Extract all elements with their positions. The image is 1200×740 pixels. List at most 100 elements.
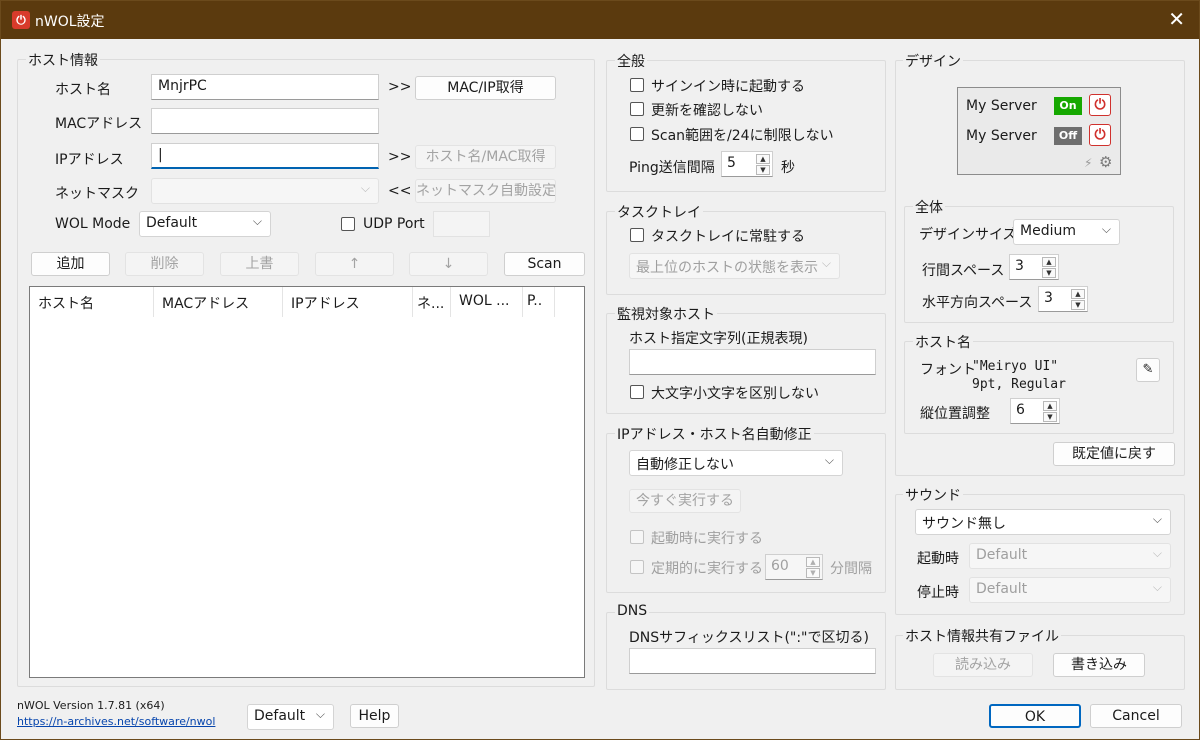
periodic-interval-stepper[interactable]: 60 ▲ ▼ [765,554,823,580]
power-icon[interactable]: ⏻ [1089,94,1111,116]
homepage-link[interactable]: https://n-archives.net/software/nwol [17,715,215,728]
hostname-input[interactable]: MnjrPC [151,74,379,100]
overall-title: 全体 [913,197,945,217]
edit-font-pencil-icon[interactable]: ✎ [1136,358,1160,382]
wol-mode-select[interactable]: Default ⌵ [139,211,271,237]
column-header-ip[interactable]: IPアドレス [283,287,413,317]
ignore-case-checkbox[interactable] [630,385,644,399]
udp-port-input[interactable] [433,211,490,237]
sound-start-select[interactable]: Default ⌵ [969,543,1171,569]
row-space-stepper[interactable]: 3 ▲ ▼ [1009,254,1059,280]
stepper-down-icon[interactable]: ▼ [756,165,770,175]
stepper-down-icon[interactable]: ▼ [1042,268,1056,278]
sound-value: サウンド無し [922,516,1006,532]
column-header-hostname[interactable]: ホスト名 [30,287,154,317]
delete-button[interactable]: 削除 [125,252,204,276]
run-periodic-checkbox[interactable] [630,560,644,574]
sound-select[interactable]: サウンド無し ⌵ [915,509,1171,535]
preview-server-name-2: My Server [966,128,1037,144]
chevron-down-icon: ⌵ [252,214,262,228]
move-down-button[interactable]: ↓ [409,252,488,276]
design-size-select[interactable]: Medium ⌵ [1013,219,1120,245]
h-space-label: 水平方向スペース [922,295,1033,311]
app-power-icon: ⏻ [12,11,30,29]
regex-label: ホスト指定文字列(正規表現) [629,331,808,347]
tasktray-display-select[interactable]: 最上位のホストの状態を表示 ⌵ [629,253,840,279]
stepper-up-icon[interactable]: ▲ [1071,289,1085,299]
chevron-down-icon: ⌵ [824,453,834,467]
sound-stop-value: Default [976,581,1028,597]
cancel-button[interactable]: Cancel [1090,704,1182,728]
reset-defaults-button[interactable]: 既定値に戻す [1053,442,1175,466]
stepper-down-icon[interactable]: ▼ [806,568,820,578]
scan-button[interactable]: Scan [504,252,585,276]
sound-stop-label: 停止時 [917,585,959,601]
power-icon[interactable]: ⏻ [1089,124,1111,146]
add-button[interactable]: 追加 [31,252,110,276]
host-mac-fetch-button[interactable]: ホスト名/MAC取得 [415,145,556,169]
bolt-icon: ⚡ [1084,156,1093,170]
stepper-up-icon[interactable]: ▲ [756,154,770,164]
no-update-check-checkbox[interactable] [630,102,644,116]
run-now-button[interactable]: 今すぐ実行する [629,489,741,513]
general-title: 全般 [615,51,647,71]
host-list[interactable]: ホスト名 MACアドレス IPアドレス ネ... WOL ... P.. [29,286,585,678]
dns-title: DNS [615,603,650,619]
start-on-signin-label: サインイン時に起動する [651,79,805,95]
help-button[interactable]: Help [350,704,399,728]
row-space-label: 行間スペース [922,263,1005,279]
profile-select[interactable]: Default ⌵ [247,704,334,730]
share-write-button[interactable]: 書き込み [1053,653,1145,677]
mac-ip-fetch-button[interactable]: MAC/IP取得 [415,76,556,100]
h-space-value: 3 [1044,290,1053,306]
ip-label: IPアドレス [55,152,124,168]
stepper-down-icon[interactable]: ▼ [1071,300,1085,310]
ok-button[interactable]: OK [989,704,1081,728]
column-header-mac[interactable]: MACアドレス [154,287,283,317]
dns-suffix-label: DNSサフィックスリスト(":"で区切る) [629,630,869,646]
netmask-auto-button[interactable]: ネットマスク自動設定 [415,179,556,203]
stepper-up-icon[interactable]: ▲ [806,557,820,567]
window-title: nWOL設定 [35,14,105,30]
move-up-button[interactable]: ↑ [315,252,394,276]
settings-window: ⏻ nWOL設定 ✕ ホスト情報 ホスト名 MnjrPC >> MAC/IP取得… [0,0,1200,740]
stepper-up-icon[interactable]: ▲ [1042,257,1056,267]
regex-input[interactable] [629,349,876,375]
arrow-left-label: << [388,183,412,199]
tasktray-resident-label: タスクトレイに常駐する [651,229,805,245]
scan-limit-checkbox[interactable] [630,127,644,141]
overwrite-button[interactable]: 上書 [220,252,299,276]
sound-stop-select[interactable]: Default ⌵ [969,577,1171,603]
chevron-down-icon: ⌵ [1152,580,1162,594]
h-space-stepper[interactable]: 3 ▲ ▼ [1038,286,1088,312]
run-on-start-checkbox[interactable] [630,530,644,544]
stepper-down-icon[interactable]: ▼ [1043,412,1057,422]
auto-fix-title: IPアドレス・ホスト名自動修正 [615,424,814,444]
font-label: フォント [920,362,976,378]
chevron-down-icon: ⌵ [1152,546,1162,560]
column-header-wol[interactable]: WOL ... [451,287,523,317]
udp-port-checkbox[interactable] [341,217,355,231]
share-file-title: ホスト情報共有ファイル [903,626,1061,646]
wol-mode-value: Default [146,215,198,231]
dns-suffix-input[interactable] [629,648,876,674]
monitor-title: 監視対象ホスト [615,304,717,324]
start-on-signin-checkbox[interactable] [630,78,644,92]
mac-input[interactable] [151,108,379,134]
vpos-stepper[interactable]: 6 ▲ ▼ [1010,398,1060,424]
ip-input[interactable]: | [151,143,379,169]
column-header-port[interactable]: P.. [523,287,555,317]
profile-value: Default [254,708,306,724]
scan-limit-label: Scan範囲を/24に制限しない [651,128,834,144]
arrow-right-label: >> [388,79,412,95]
status-badge-on: On [1054,97,1082,115]
stepper-up-icon[interactable]: ▲ [1043,401,1057,411]
ping-interval-stepper[interactable]: 5 ▲ ▼ [721,151,773,177]
column-header-netmask[interactable]: ネ... [413,287,451,317]
auto-fix-mode-select[interactable]: 自動修正しない ⌵ [629,450,843,476]
design-preview: My Server On ⏻ My Server Off ⏻ ⚡ ⚙ [957,87,1121,175]
netmask-select[interactable]: ⌵ [151,178,379,204]
share-read-button[interactable]: 読み込み [933,653,1033,677]
close-icon[interactable]: ✕ [1168,8,1185,30]
tasktray-resident-checkbox[interactable] [630,228,644,242]
